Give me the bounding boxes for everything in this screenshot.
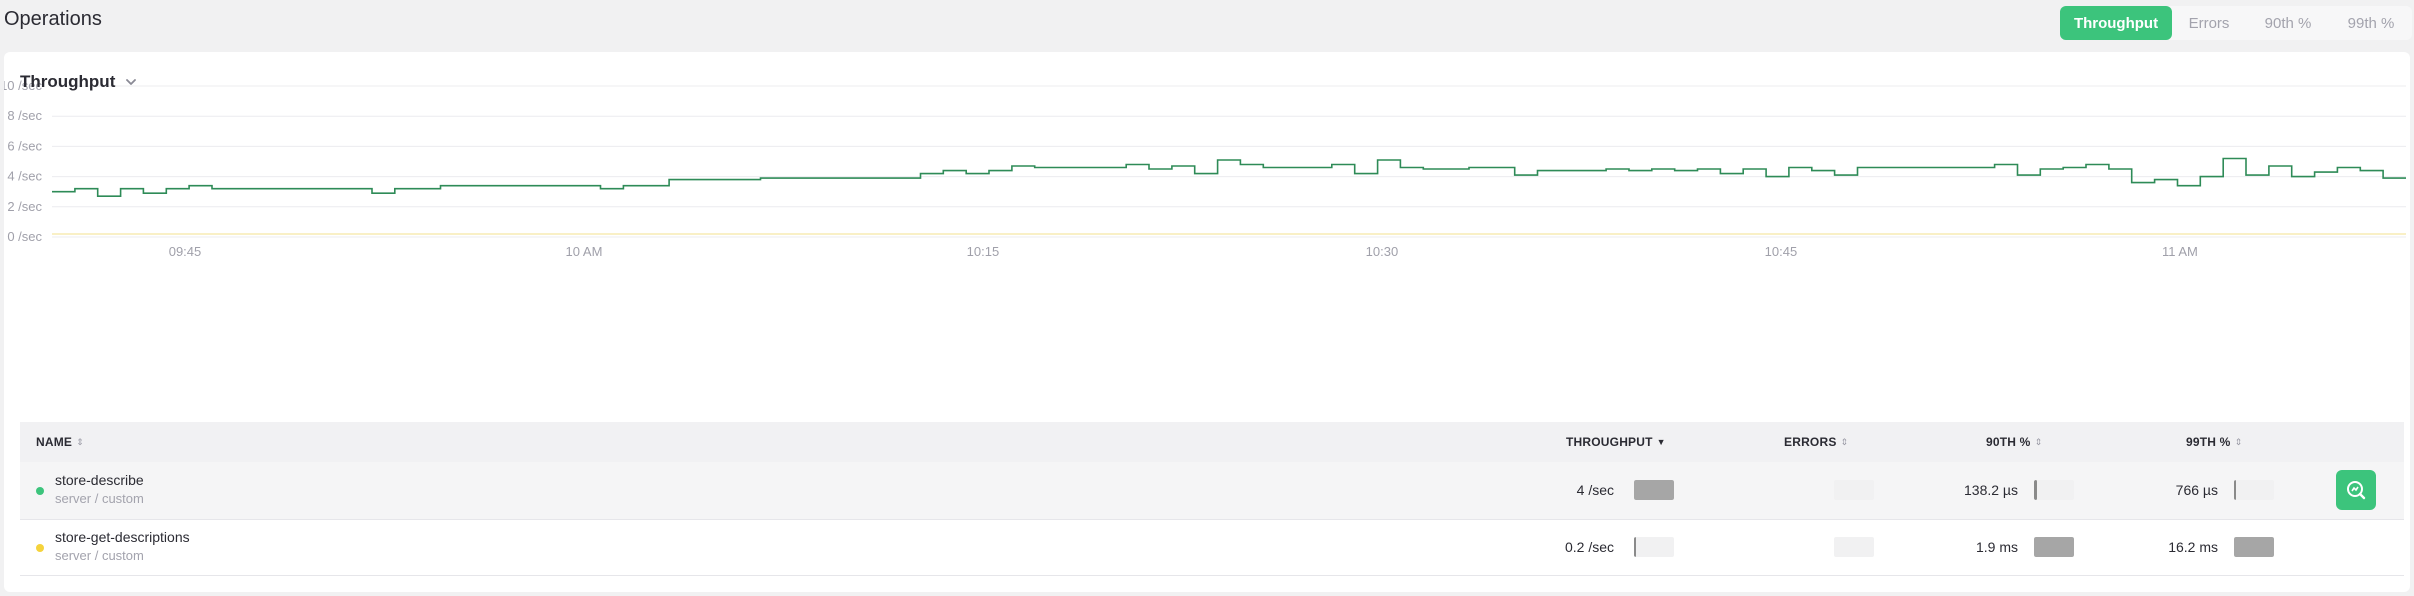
page-title: Operations [4, 8, 102, 30]
inspect-operation-button[interactable] [2336, 470, 2376, 510]
column-header-errors[interactable]: ERRORS ⇕ [1784, 422, 1848, 462]
x-tick-label: 10:45 [1765, 244, 1798, 259]
throughput-chart: 10 /sec8 /sec6 /sec4 /sec2 /sec0 /sec09:… [4, 78, 2406, 259]
chart-metric-label: Throughput [20, 72, 116, 91]
y-tick-label: 0 /sec [7, 229, 42, 244]
p99-bar [2234, 480, 2274, 500]
column-header-p99[interactable]: 99TH % ⇕ [2186, 422, 2242, 462]
metric-tabs: Throughput Errors 90th % 99th % [2060, 6, 2412, 40]
column-header-throughput-label: THROUGHPUT [1566, 435, 1653, 449]
p90-value: 1.9 ms [1975, 539, 2018, 555]
column-header-p99-label: 99TH % [2186, 435, 2231, 449]
column-header-throughput[interactable]: THROUGHPUT ▼ [1566, 422, 1666, 462]
y-tick-label: 6 /sec [7, 138, 42, 153]
column-header-name-label: NAME [36, 435, 73, 449]
operations-table: NAME ⇕ THROUGHPUT ▼ ERRORS ⇕ 90TH % ⇕ 99… [20, 422, 2404, 576]
sort-icon: ⇕ [2034, 436, 2043, 447]
y-tick-label: 4 /sec [7, 169, 42, 184]
errors-bar [1834, 537, 1874, 557]
column-header-name[interactable]: NAME ⇕ [36, 422, 84, 462]
column-header-errors-label: ERRORS [1784, 435, 1837, 449]
operation-name[interactable]: store-describe [55, 472, 144, 488]
operation-name[interactable]: store-get-descriptions [55, 529, 190, 545]
p90-bar [2034, 480, 2074, 500]
sort-icon: ⇕ [2234, 436, 2243, 447]
tab-throughput[interactable]: Throughput [2060, 6, 2172, 40]
table-row[interactable]: store-describe server / custom 4 /sec 0 … [20, 462, 2404, 520]
p90-bar [2034, 537, 2074, 557]
p90-value: 138.2 µs [1964, 482, 2018, 498]
p99-bar [2234, 537, 2274, 557]
operations-card: 10 /sec 8 /sec 6 /sec 4 /sec 2 /sec 0 /sec 09:… [4, 52, 2410, 592]
errors-bar [1834, 480, 1874, 500]
series-line-1 [52, 157, 2406, 197]
chevron-down-icon [126, 79, 137, 85]
magnifier-icon [2347, 481, 2366, 500]
table-header: NAME ⇕ THROUGHPUT ▼ ERRORS ⇕ 90TH % ⇕ 99… [20, 422, 2404, 462]
throughput-value: 4 /sec [1576, 482, 1614, 498]
y-tick-label: 2 /sec [7, 199, 42, 214]
operation-type: server / custom [55, 548, 144, 563]
column-header-p90-label: 90TH % [1986, 435, 2031, 449]
tab-90th-percentile[interactable]: 90th % [2246, 6, 2330, 40]
tab-99th-percentile[interactable]: 99th % [2330, 6, 2412, 40]
x-tick-label: 10 AM [566, 244, 603, 259]
sort-icon: ⇕ [76, 436, 84, 447]
column-header-p90[interactable]: 90TH % ⇕ [1986, 422, 2042, 462]
x-tick-label: 09:45 [169, 244, 202, 259]
throughput-bar [1634, 480, 1674, 500]
p99-value: 766 µs [2175, 482, 2218, 498]
status-dot [36, 544, 44, 552]
table-row[interactable]: store-get-descriptions server / custom 0… [20, 520, 2404, 576]
throughput-bar [1634, 537, 1674, 557]
sort-desc-icon: ▼ [1656, 437, 1666, 447]
throughput-value: 0.2 /sec [1564, 539, 1614, 555]
x-tick-label: 11 AM [2162, 244, 2198, 259]
tab-errors[interactable]: Errors [2172, 6, 2246, 40]
p99-value: 16.2 ms [2168, 539, 2218, 555]
operation-type: server / custom [55, 491, 144, 506]
x-tick-label: 10:30 [1366, 244, 1399, 259]
status-dot [36, 487, 44, 495]
x-tick-label: 10:15 [967, 244, 1000, 259]
sort-icon: ⇕ [1840, 436, 1849, 447]
y-tick-label: 8 /sec [7, 108, 42, 123]
chart-metric-selector[interactable]: Throughput [20, 72, 137, 92]
